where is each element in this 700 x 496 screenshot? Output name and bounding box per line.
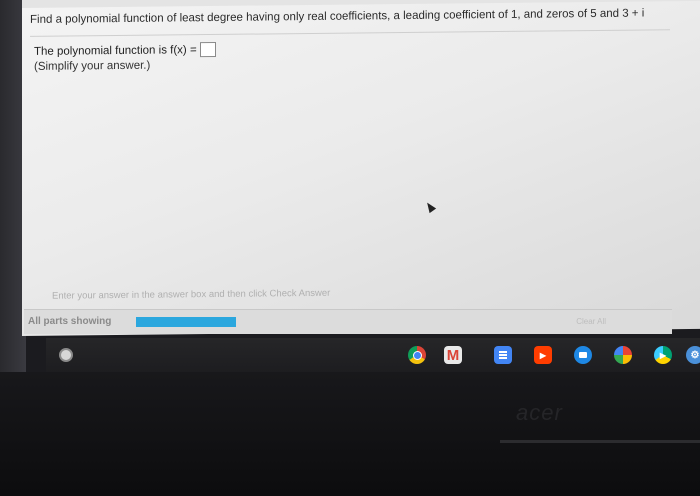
top-strip bbox=[22, 0, 700, 8]
footer-hint: Enter your answer in the answer box and … bbox=[52, 287, 331, 302]
parts-status-bar: All parts showing Clear All bbox=[24, 309, 672, 334]
question-text: Find a polynomial function of least degr… bbox=[30, 7, 645, 26]
launcher-icon[interactable] bbox=[59, 348, 73, 362]
photos-icon[interactable] bbox=[614, 346, 632, 364]
docs-icon[interactable] bbox=[494, 346, 512, 364]
laptop-brand-logo: acer bbox=[516, 400, 563, 425]
answer-line: The polynomial function is f(x) = bbox=[34, 41, 216, 59]
chrome-icon[interactable] bbox=[408, 346, 426, 364]
simplify-instruction: (Simplify your answer.) bbox=[34, 59, 151, 73]
files-icon[interactable] bbox=[574, 346, 592, 364]
clear-all-button[interactable]: Clear All bbox=[576, 317, 606, 326]
gmail-icon[interactable]: M bbox=[444, 346, 462, 364]
laptop-keyboard-area bbox=[0, 372, 700, 496]
youtube-icon[interactable]: ▶ bbox=[534, 346, 552, 364]
os-shelf: M ▶ ▶ ⚙ bbox=[46, 338, 700, 372]
parts-progress-bar bbox=[136, 317, 236, 327]
settings-icon[interactable]: ⚙ bbox=[686, 346, 700, 364]
browser-content: Find a polynomial function of least degr… bbox=[22, 0, 700, 336]
question-divider bbox=[30, 29, 670, 37]
mouse-cursor bbox=[423, 200, 437, 214]
parts-showing-label: All parts showing bbox=[28, 316, 112, 327]
keyboard-edge bbox=[500, 440, 700, 443]
play-store-icon[interactable]: ▶ bbox=[654, 346, 672, 364]
answer-label: The polynomial function is f(x) = bbox=[34, 43, 197, 58]
answer-input[interactable] bbox=[199, 41, 216, 58]
parts-progress-fill bbox=[136, 317, 236, 327]
